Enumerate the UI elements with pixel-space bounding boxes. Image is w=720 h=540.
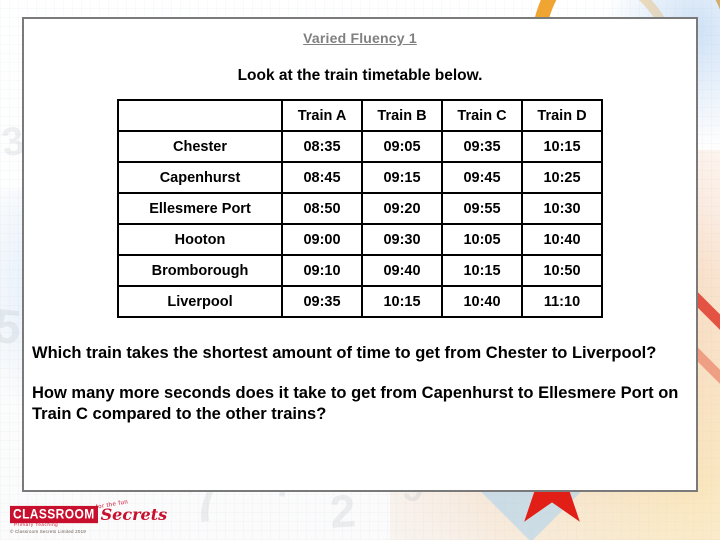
time-cell: 08:50 bbox=[281, 192, 363, 225]
time-cell: 08:35 bbox=[281, 130, 363, 163]
logo-secondary-text: Secrets bbox=[100, 505, 168, 524]
time-cell: 09:15 bbox=[361, 161, 443, 194]
time-cell: 09:05 bbox=[361, 130, 443, 163]
time-cell: 09:10 bbox=[281, 254, 363, 287]
timetable-body: Chester 08:35 09:05 09:35 10:15 Capenhur… bbox=[117, 130, 603, 318]
question-1: Which train takes the shortest amount of… bbox=[32, 344, 657, 362]
table-row: Hooton 09:00 09:30 10:05 10:40 bbox=[117, 223, 603, 256]
copyright-text: © Classroom Secrets Limited 2019 bbox=[10, 529, 86, 534]
time-cell: 10:15 bbox=[521, 130, 603, 163]
station-name-cell: Hooton bbox=[117, 223, 283, 256]
time-cell: 10:25 bbox=[521, 161, 603, 194]
time-cell: 09:20 bbox=[361, 192, 443, 225]
logo-primary-text: CLASSROOM bbox=[10, 506, 98, 524]
column-header-train-b: Train B bbox=[361, 99, 443, 132]
station-name-cell: Bromborough bbox=[117, 254, 283, 287]
timetable-container: Train A Train B Train C Train D Chester … bbox=[24, 99, 696, 318]
time-cell: 10:30 bbox=[521, 192, 603, 225]
time-cell: 10:50 bbox=[521, 254, 603, 287]
time-cell: 10:40 bbox=[521, 223, 603, 256]
table-row: Liverpool 09:35 10:15 10:40 11:10 bbox=[117, 285, 603, 318]
time-cell: 09:40 bbox=[361, 254, 443, 287]
table-row: Ellesmere Port 08:50 09:20 09:55 10:30 bbox=[117, 192, 603, 225]
time-cell: 10:15 bbox=[361, 285, 443, 318]
worksheet-title: Varied Fluency 1 bbox=[303, 30, 417, 46]
time-cell: 09:30 bbox=[361, 223, 443, 256]
table-row: Bromborough 09:10 09:40 10:15 10:50 bbox=[117, 254, 603, 287]
timetable-header-row: Train A Train B Train C Train D bbox=[117, 99, 603, 132]
classroom-secrets-logo: CLASSROOM Secrets for the fun Primary Te… bbox=[10, 499, 210, 534]
timetable-corner-cell bbox=[117, 99, 283, 132]
instruction-text: Look at the train timetable below. bbox=[237, 67, 483, 84]
station-name-cell: Liverpool bbox=[117, 285, 283, 318]
question-2: How many more seconds does it take to ge… bbox=[32, 383, 679, 423]
column-header-train-d: Train D bbox=[521, 99, 603, 132]
time-cell: 08:45 bbox=[281, 161, 363, 194]
logo-wordmark: CLASSROOM Secrets for the fun bbox=[10, 499, 210, 524]
timetable-head: Train A Train B Train C Train D bbox=[117, 99, 603, 132]
column-header-train-c: Train C bbox=[441, 99, 523, 132]
time-cell: 11:10 bbox=[521, 285, 603, 318]
station-name-cell: Ellesmere Port bbox=[117, 192, 283, 225]
table-row: Capenhurst 08:45 09:15 09:45 10:25 bbox=[117, 161, 603, 194]
table-row: Chester 08:35 09:05 09:35 10:15 bbox=[117, 130, 603, 163]
time-cell: 09:45 bbox=[441, 161, 523, 194]
worksheet-content-card: Varied Fluency 1 Look at the train timet… bbox=[22, 17, 698, 492]
time-cell: 10:40 bbox=[441, 285, 523, 318]
time-cell: 09:55 bbox=[441, 192, 523, 225]
questions-list: Which train takes the shortest amount of… bbox=[32, 343, 680, 424]
station-name-cell: Chester bbox=[117, 130, 283, 163]
time-cell: 09:35 bbox=[441, 130, 523, 163]
time-cell: 09:00 bbox=[281, 223, 363, 256]
station-name-cell: Capenhurst bbox=[117, 161, 283, 194]
time-cell: 09:35 bbox=[281, 285, 363, 318]
train-timetable: Train A Train B Train C Train D Chester … bbox=[117, 99, 603, 318]
time-cell: 10:05 bbox=[441, 223, 523, 256]
time-cell: 10:15 bbox=[441, 254, 523, 287]
column-header-train-a: Train A bbox=[281, 99, 363, 132]
